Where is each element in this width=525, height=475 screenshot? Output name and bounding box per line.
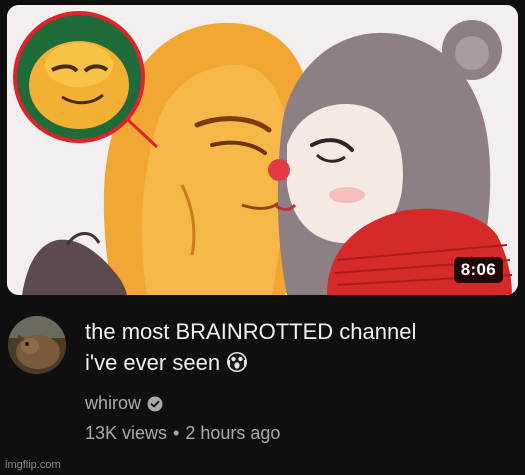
title-line-1: the most BRAINROTTED channel xyxy=(85,319,417,344)
duration-badge: 8:06 xyxy=(453,257,503,283)
screaming-face-icon xyxy=(226,350,248,381)
video-thumbnail[interactable]: 8:06 xyxy=(7,5,518,295)
video-stats: 13K views • 2 hours ago xyxy=(85,423,505,444)
upload-age: 2 hours ago xyxy=(185,423,281,443)
channel-avatar[interactable] xyxy=(8,316,66,374)
channel-name[interactable]: whirow xyxy=(85,393,141,414)
avatar-image xyxy=(8,316,66,374)
channel-row: whirow xyxy=(85,393,505,414)
separator-dot: • xyxy=(173,423,180,443)
imgflip-watermark: imgflip.com xyxy=(5,459,61,471)
thumbnail-illustration xyxy=(7,5,518,295)
view-count: 13K views xyxy=(85,423,168,443)
title-line-2: i've ever seen xyxy=(85,347,505,381)
video-metadata: the most BRAINROTTED channel i've ever s… xyxy=(85,316,505,444)
video-card[interactable]: 8:06 the most BRAINROTTED channel i've e… xyxy=(0,0,525,475)
verified-check-icon xyxy=(147,396,163,412)
title-line-2-text: i've ever seen xyxy=(85,350,221,375)
video-title[interactable]: the most BRAINROTTED channel i've ever s… xyxy=(85,316,505,381)
